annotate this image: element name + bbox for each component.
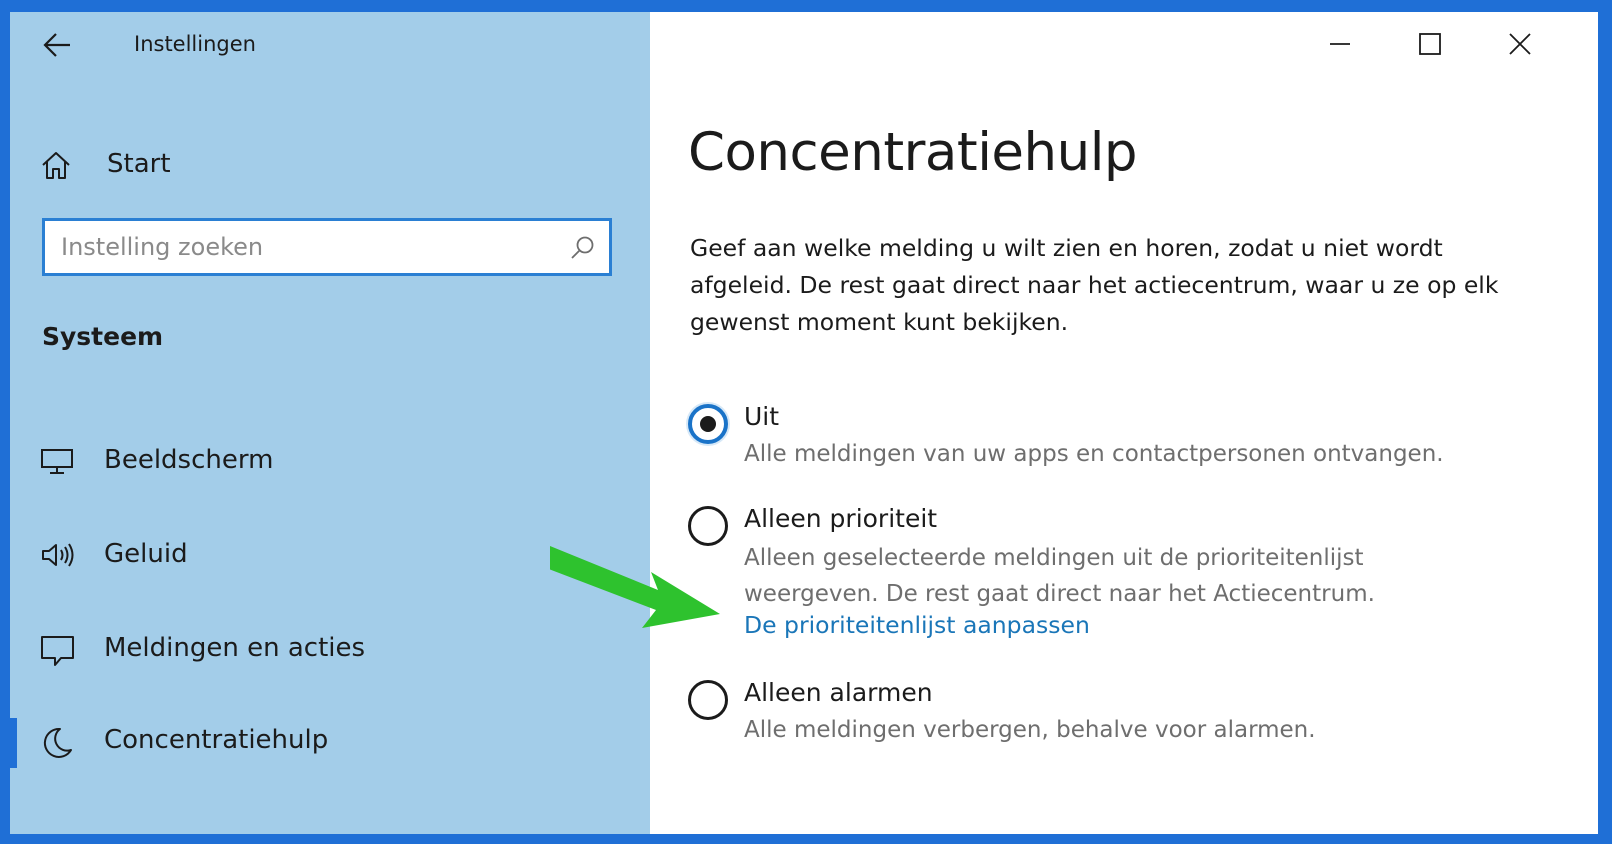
intro-text: Geef aan welke melding u wilt zien en ho… (690, 234, 1499, 336)
close-icon[interactable] (1480, 22, 1560, 66)
search-icon[interactable] (569, 235, 595, 261)
sidebar-item-label: Start (107, 149, 171, 179)
option-description: Alle meldingen verbergen, behalve voor a… (744, 717, 1316, 743)
maximize-icon[interactable] (1390, 22, 1470, 66)
sidebar-item-label: Beeldscherm (104, 445, 274, 475)
home-icon (40, 150, 72, 182)
option-uit[interactable]: Uit Alle meldingen van uw apps en contac… (650, 392, 1550, 472)
back-arrow-icon[interactable] (36, 28, 80, 62)
sidebar-item-beeldscherm[interactable]: Beeldscherm (10, 432, 650, 490)
option-alleen-alarmen[interactable]: Alleen alarmen Alle meldingen verbergen,… (650, 668, 1550, 748)
radio-button-selected[interactable] (688, 404, 728, 444)
app-title: Instellingen (134, 32, 256, 56)
option-alleen-prioriteit[interactable]: Alleen prioriteit Alleen geselecteerde m… (650, 494, 1550, 644)
option-description: Alle meldingen van uw apps en contactper… (744, 441, 1444, 467)
sidebar-item-label: Concentratiehulp (104, 725, 329, 755)
sidebar-item-label: Meldingen en acties (104, 633, 366, 663)
option-label: Alleen alarmen (744, 678, 933, 707)
section-title: Systeem (42, 322, 164, 351)
radio-button[interactable] (688, 680, 728, 720)
priority-list-link[interactable]: De prioriteitenlijst aanpassen (744, 611, 1090, 639)
minimize-icon[interactable] (1300, 22, 1380, 66)
annotation-arrow (546, 532, 740, 636)
option-label: Alleen prioriteit (744, 504, 938, 533)
notification-icon (40, 634, 76, 668)
settings-window: Instellingen Start Systeem Beeldscherm (10, 12, 1598, 834)
sidebar-item-concentratiehulp[interactable]: Concentratiehulp (10, 712, 650, 770)
sidebar: Instellingen Start Systeem Beeldscherm (10, 12, 650, 834)
search-input[interactable] (61, 229, 541, 265)
main-content: Concentratiehulp Geef aan welke melding … (546, 12, 1598, 834)
sidebar-item-start[interactable]: Start (10, 136, 650, 194)
moon-icon (40, 726, 74, 760)
page-title: Concentratiehulp (688, 122, 1138, 183)
option-description: Alleen geselecteerde meldingen uit de pr… (744, 545, 1375, 607)
sidebar-item-label: Geluid (104, 539, 188, 569)
option-label: Uit (744, 402, 780, 431)
monitor-icon (40, 446, 74, 476)
speaker-icon (40, 540, 76, 570)
search-box[interactable] (42, 218, 612, 276)
